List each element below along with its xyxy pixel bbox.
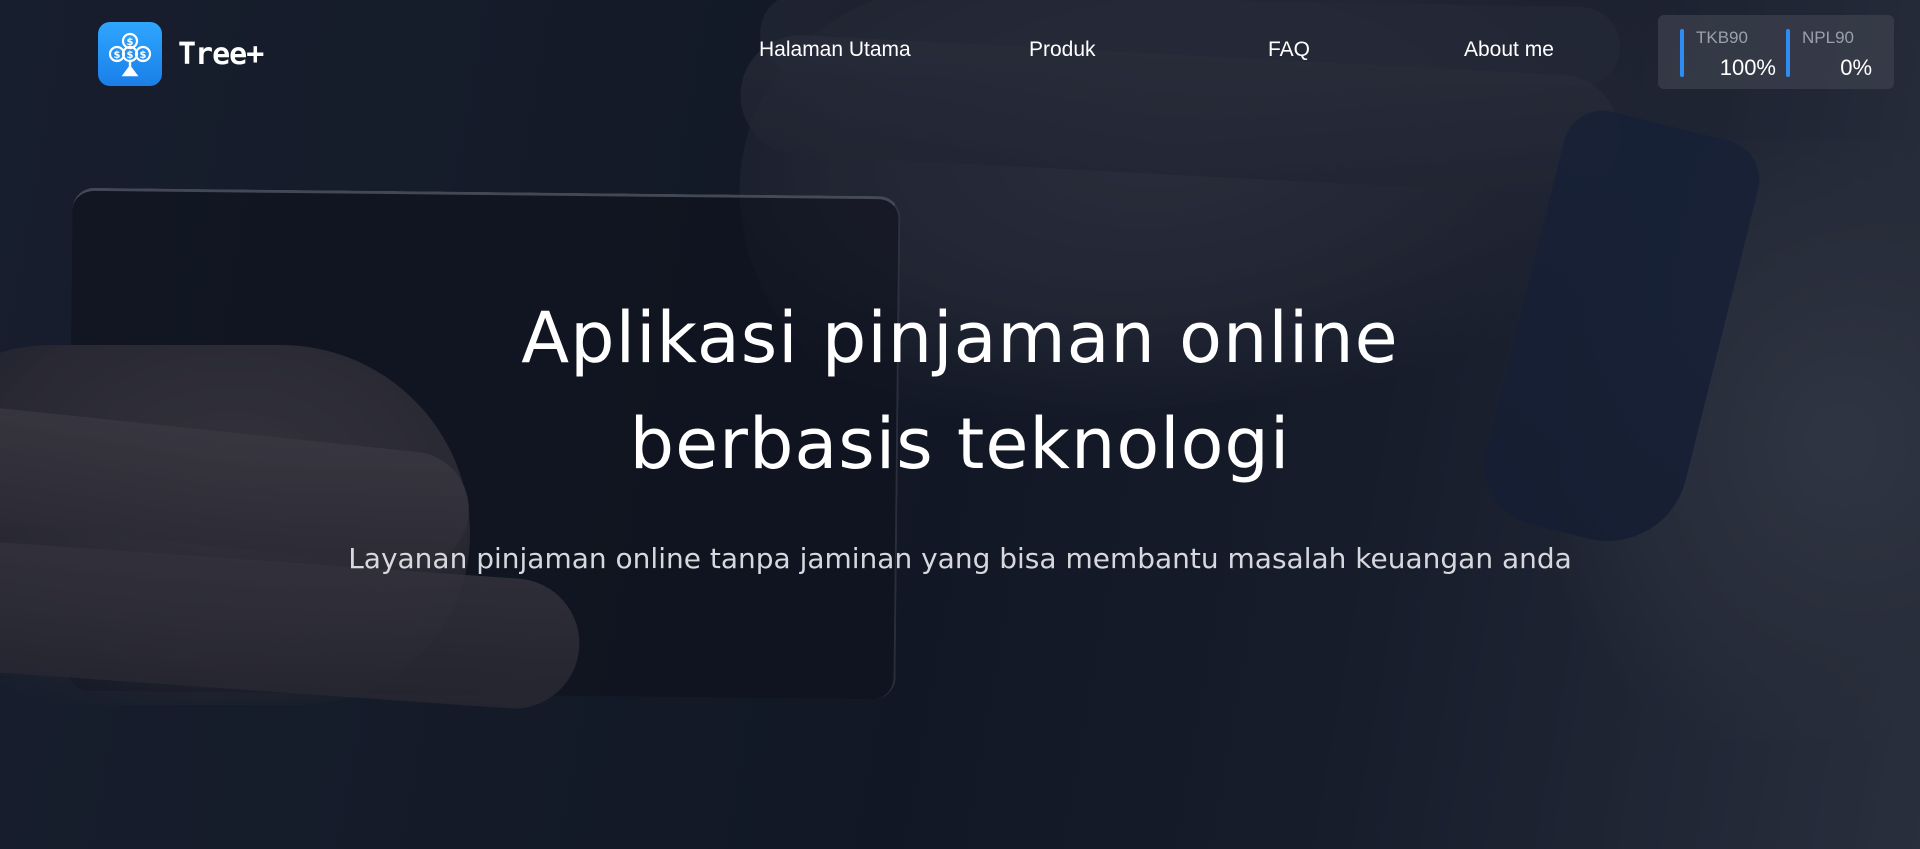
hero-headline-line1: Aplikasi pinjaman online [521,297,1399,379]
stat-accent-bar [1680,29,1684,77]
hero-subtitle: Layanan pinjaman online tanpa jaminan ya… [348,542,1572,575]
nav-item-produk[interactable]: Produk [1029,38,1096,62]
stat-value: 100% [1719,55,1776,80]
stat-npl90: NPL90 0% [1786,25,1872,80]
site-header: $ $ $ $ Tree+ Halaman Utama Produk FAQ A… [0,0,1920,110]
stat-label: TKB90 [1696,28,1748,47]
stats-panel: TKB90 100% NPL90 0% [1658,15,1894,89]
stat-tkb90: TKB90 100% [1680,25,1776,80]
stat-value: 0% [1840,55,1872,80]
hero-headline-line2: berbasis teknologi [629,403,1291,485]
hero-headline: Aplikasi pinjaman online berbasis teknol… [0,285,1920,497]
nav-item-about-me[interactable]: About me [1464,38,1554,62]
hero-section: $ $ $ $ Tree+ Halaman Utama Produk FAQ A… [0,0,1920,849]
stat-accent-bar [1786,29,1790,77]
stat-label: NPL90 [1802,28,1854,47]
main-nav: Halaman Utama Produk FAQ About me [0,38,1920,68]
nav-item-faq[interactable]: FAQ [1268,38,1310,62]
nav-item-halaman-utama[interactable]: Halaman Utama [759,38,911,62]
